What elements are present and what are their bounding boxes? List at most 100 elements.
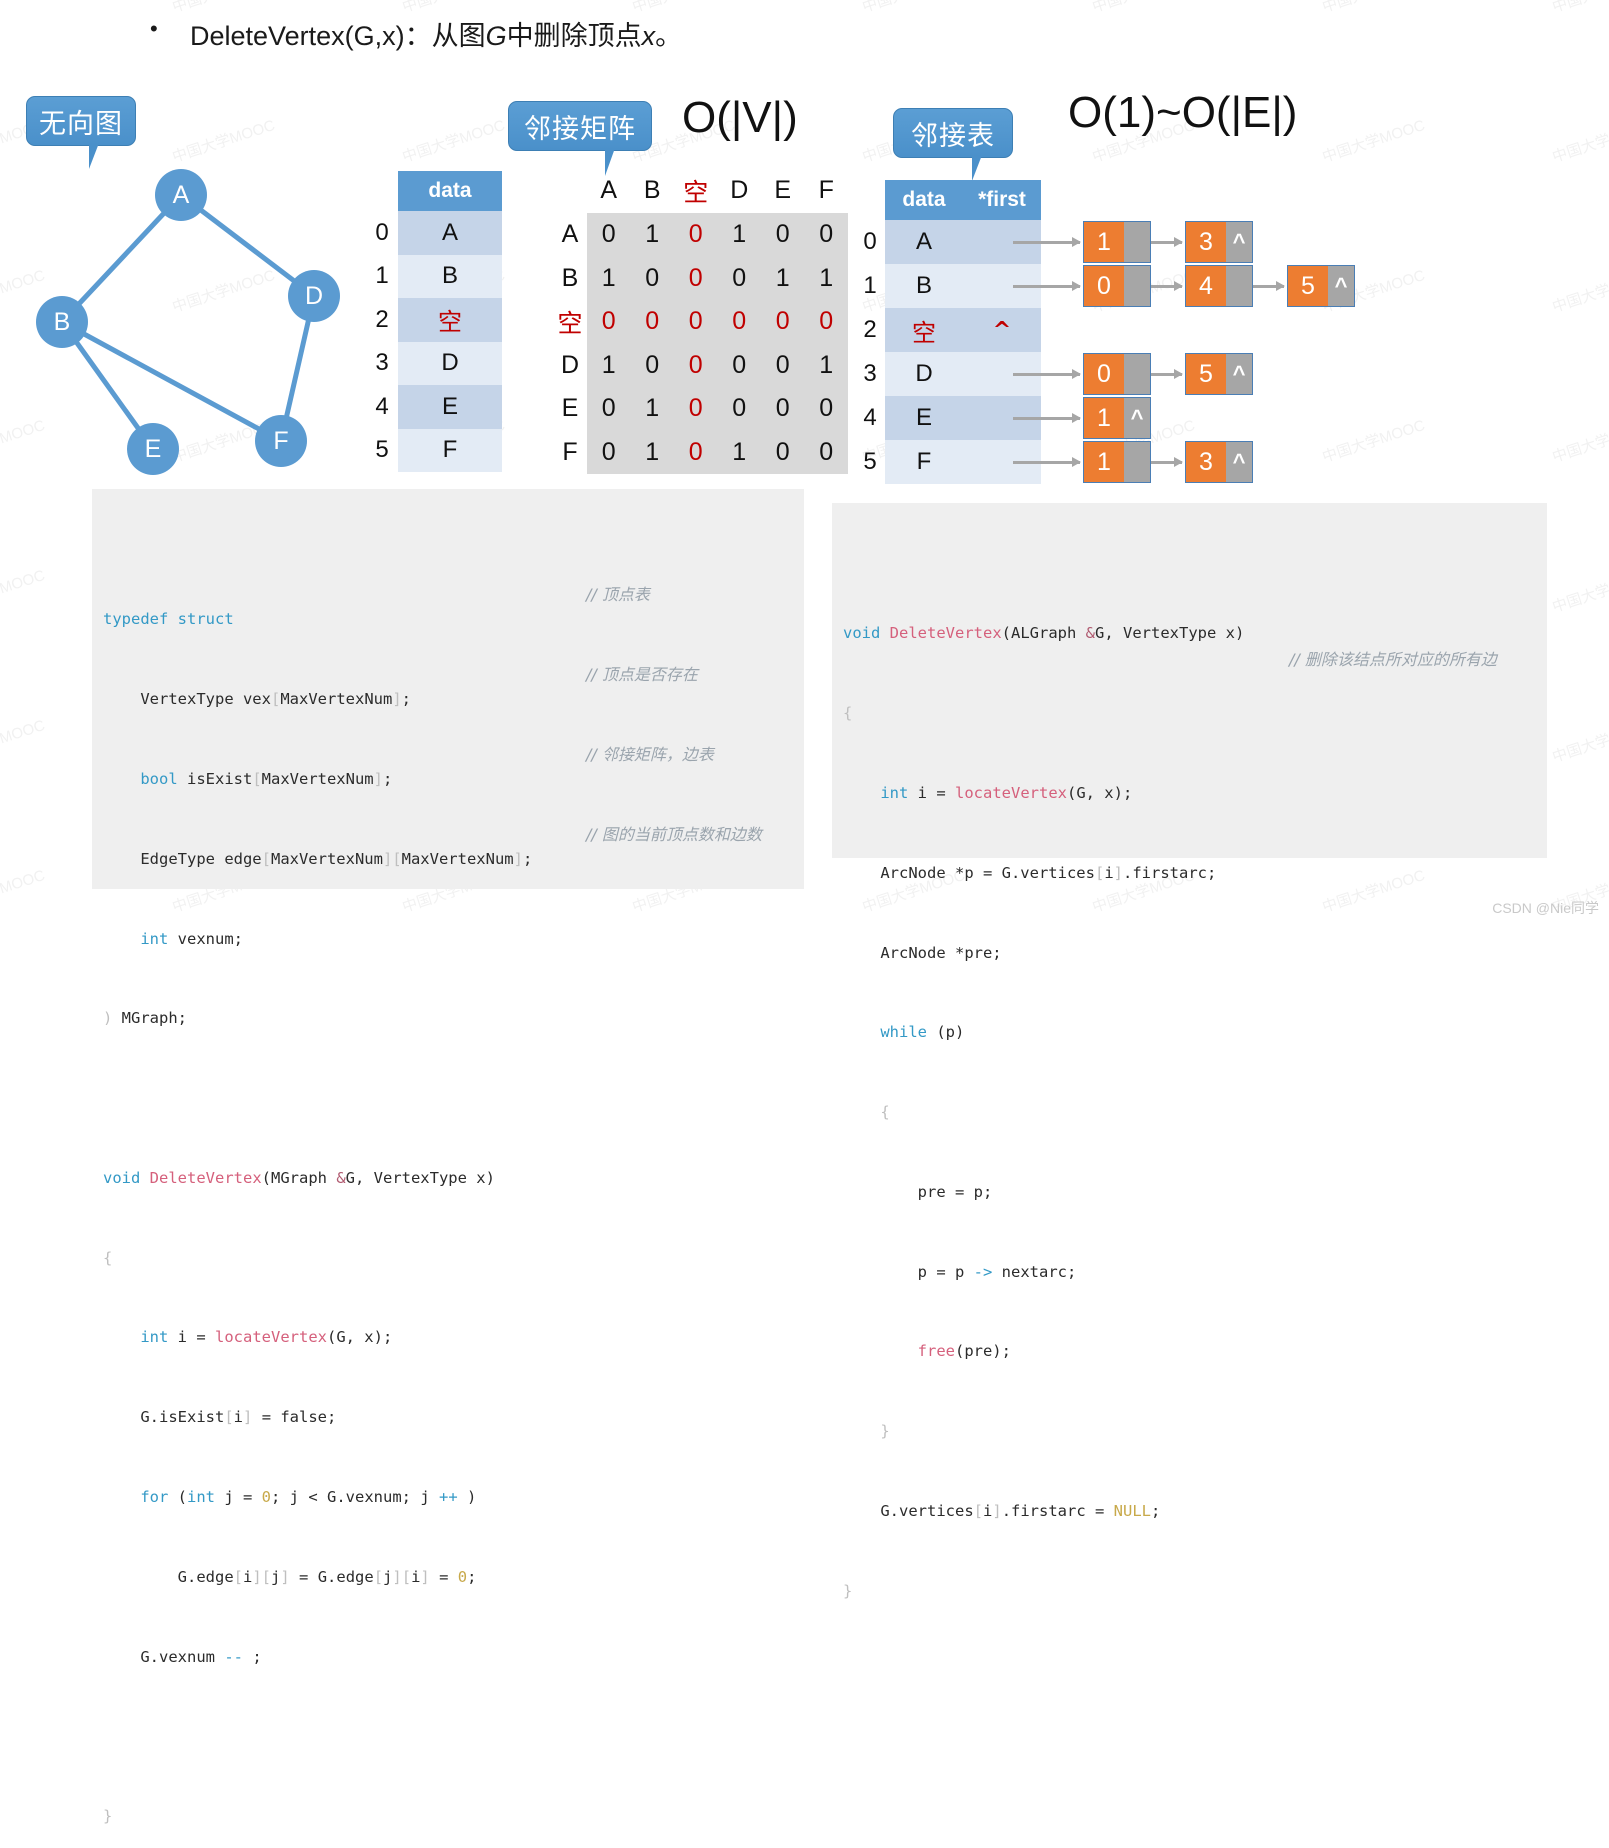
matrix-cell[interactable]: 0 [761, 213, 806, 258]
vertex-cell[interactable]: B [885, 264, 963, 308]
list-node[interactable]: 5 ^ [1287, 265, 1355, 307]
list-node-pointer: ^ [1226, 222, 1252, 262]
matrix-cell[interactable]: 0 [761, 300, 806, 345]
matrix-cell[interactable]: 0 [804, 213, 848, 258]
list-node-pointer [1226, 266, 1252, 306]
code-line: pre = p; [843, 1182, 993, 1201]
matrix-cell[interactable]: 1 [717, 430, 762, 474]
list-pointer-arrow [1151, 456, 1183, 467]
code-line: for (int j = 0; j < G.vexnum; j ++ ) [140, 1487, 477, 1506]
matrix-cell[interactable]: 0 [804, 300, 848, 345]
matrix-cell[interactable]: 1 [587, 256, 632, 301]
matrix-cell[interactable]: 0 [761, 387, 806, 432]
matrix-cell[interactable]: 1 [804, 343, 848, 388]
row-index: 2 [863, 316, 877, 343]
vertex-cell[interactable]: B [398, 254, 502, 298]
vertex-cell[interactable]: A [398, 211, 502, 255]
code-line: void DeleteVertex(ALGraph &G, VertexType… [843, 624, 1245, 643]
vertex-cell[interactable]: A [885, 220, 963, 264]
list-node-value: 3 [1186, 222, 1226, 262]
list-node[interactable]: 1 [1083, 441, 1151, 483]
watermark-tile: 中国大学MOOC [1550, 566, 1609, 617]
vertex-cell[interactable]: D [885, 352, 963, 396]
code-line: ArcNode *p = G.vertices[i].firstarc; [843, 863, 1217, 882]
vertex-cell[interactable]: 空 [885, 308, 963, 352]
code-line: ArcNode *pre; [843, 943, 1002, 962]
matrix-col-header: D [730, 176, 749, 204]
matrix-cell[interactable]: 0 [804, 430, 848, 474]
comment-line: // 顶点是否存在 [586, 664, 698, 684]
list-node-pointer: ^ [1226, 442, 1252, 482]
list-node[interactable]: 4 [1185, 265, 1253, 307]
matrix-cell[interactable]: 0 [717, 343, 762, 388]
matrix-cell[interactable]: 0 [630, 256, 675, 301]
list-node-value: 5 [1288, 266, 1328, 306]
comment-line: // 邻接矩阵，边表 [586, 744, 714, 764]
matrix-cell[interactable]: 0 [674, 430, 719, 474]
vertex-cell[interactable]: D [398, 341, 502, 385]
vertex-label: A [915, 228, 932, 255]
matrix-cell[interactable]: 1 [587, 343, 632, 388]
vertex-cell[interactable]: F [885, 440, 963, 484]
matrix-cell[interactable]: 0 [717, 300, 762, 345]
matrix-cell[interactable]: 0 [674, 256, 719, 301]
complexity-matrix: O(|V|) [682, 93, 798, 142]
matrix-cell[interactable]: 1 [804, 256, 848, 301]
matrix-cell[interactable]: 1 [630, 213, 675, 258]
graph-node-d[interactable]: D [288, 270, 340, 322]
list-node[interactable]: 0 [1083, 265, 1151, 307]
matrix-cell[interactable]: 0 [717, 256, 762, 301]
matrix-cell[interactable]: 1 [630, 430, 675, 474]
graph-node-label: D [304, 281, 324, 310]
vertex-cell[interactable]: E [398, 385, 502, 429]
watermark-tile: 中国大学MOOC [1550, 266, 1609, 317]
graph-node-a[interactable]: A [155, 169, 207, 221]
list-node[interactable]: 3 ^ [1185, 441, 1253, 483]
matrix-cell[interactable]: 0 [674, 343, 719, 388]
matrix-cell[interactable]: 0 [587, 213, 632, 258]
code-line: ) MGraph; [103, 1009, 187, 1028]
matrix-cell[interactable]: 0 [717, 387, 762, 432]
matrix-cell[interactable]: 0 [587, 300, 632, 345]
matrix-cell[interactable]: 0 [674, 387, 719, 432]
vertex-cell[interactable]: F [398, 428, 502, 472]
watermark-tile: 中国大学MOOC [1320, 116, 1427, 167]
list-pointer-arrow [1151, 368, 1183, 379]
graph-node-e[interactable]: E [127, 423, 179, 475]
matrix-cell[interactable]: 0 [630, 343, 675, 388]
matrix-cell[interactable]: 0 [761, 430, 806, 474]
vertex-cell[interactable]: 空 [398, 298, 502, 342]
matrix-cell[interactable]: 0 [630, 300, 675, 345]
code-panel-list[interactable]: void DeleteVertex(ALGraph &G, VertexType… [832, 503, 1547, 1600]
matrix-cell[interactable]: 1 [761, 256, 806, 301]
row-index: 3 [375, 349, 389, 377]
first-pointer-cell[interactable]: ^ [963, 308, 1041, 352]
watermark-tile: 中国大学MOOC [0, 566, 47, 617]
vertex-cell[interactable]: E [885, 396, 963, 440]
matrix-row-header: 空 [557, 308, 583, 338]
matrix-cell[interactable]: 0 [587, 387, 632, 432]
matrix-cell[interactable]: 0 [674, 213, 719, 258]
matrix-cell[interactable]: 0 [587, 430, 632, 474]
list-node[interactable]: 0 [1083, 353, 1151, 395]
list-node[interactable]: 1 ^ [1083, 397, 1151, 439]
heading-var-g: G [485, 21, 507, 51]
matrix-cell[interactable]: 0 [761, 343, 806, 388]
graph-node-b[interactable]: B [36, 296, 88, 348]
graph-node-label: A [172, 180, 190, 209]
table-header-first: *first [963, 180, 1041, 220]
callout-label: 无向图 [39, 108, 123, 140]
list-node[interactable]: 3 ^ [1185, 221, 1253, 263]
list-node[interactable]: 1 [1083, 221, 1151, 263]
matrix-cell[interactable]: 0 [674, 300, 719, 345]
matrix-col-header: A [600, 176, 618, 204]
code-line: } [103, 1807, 113, 1826]
matrix-cell[interactable]: 1 [717, 213, 762, 258]
comment-line: // 图的当前顶点数和边数 [586, 824, 762, 844]
matrix-cell[interactable]: 1 [630, 387, 675, 432]
list-node[interactable]: 5 ^ [1185, 353, 1253, 395]
matrix-cell[interactable]: 0 [804, 387, 848, 432]
code-panel-matrix[interactable]: typedef struct VertexType vex[MaxVertexN… [92, 489, 804, 1825]
graph-node-f[interactable]: F [255, 415, 307, 467]
